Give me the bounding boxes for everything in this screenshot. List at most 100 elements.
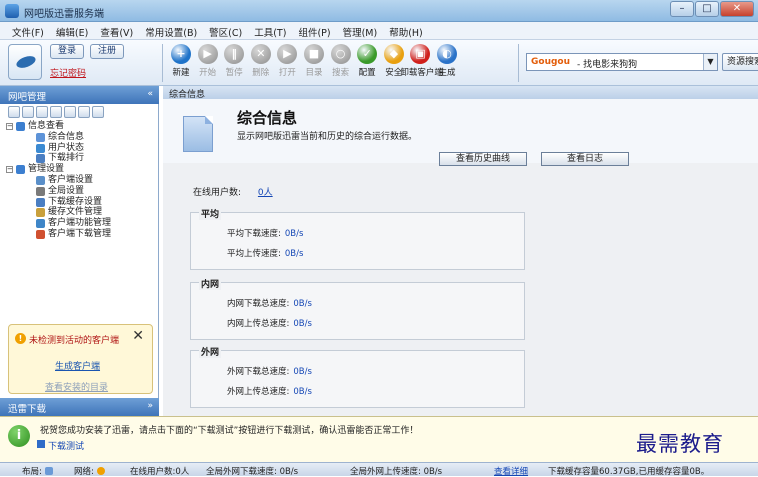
- tree-item-label: 客户端下载管理: [48, 228, 112, 239]
- tool-icon[interactable]: [22, 106, 34, 118]
- toolbar-button-label: 新建: [172, 68, 190, 78]
- stat-row: 内网下载总速度: 0B/s: [227, 297, 312, 309]
- stat-group-title: 平均: [199, 207, 222, 220]
- tree-item-label: 客户端设置: [48, 174, 94, 185]
- view-detail-link[interactable]: 查看详细: [494, 465, 528, 477]
- tool-icon[interactable]: [36, 106, 48, 118]
- expand-icon[interactable]: »: [147, 401, 153, 411]
- tree-node-icon: [36, 219, 45, 229]
- sidebar-footer-header[interactable]: 迅雷下载 »: [0, 398, 159, 416]
- tree-item-label: 综合信息: [48, 131, 85, 142]
- close-icon[interactable]: ✕: [132, 328, 144, 344]
- tree-node-icon: [36, 229, 45, 239]
- generate-client-link[interactable]: 生成客户端: [55, 359, 100, 372]
- resource-search-button[interactable]: 资源搜索: [722, 53, 758, 71]
- stat-value: 0B/s: [293, 387, 312, 397]
- tree-node-icon: [36, 154, 45, 164]
- info-header: 综合信息 显示网吧版迅雷当前和历史的综合运行数据。 查看历史曲线 查看日志: [163, 99, 758, 166]
- search-box[interactable]: Gougou - 找电影来狗狗 ▼: [526, 53, 718, 71]
- chevron-down-icon[interactable]: ▼: [703, 54, 717, 70]
- menu-zone[interactable]: 警区(C): [203, 22, 248, 39]
- window-title: 网吧版迅雷服务端: [24, 9, 104, 20]
- stat-row: 平均上传速度: 0B/s: [227, 247, 303, 259]
- tree-item-label: 管理设置: [28, 164, 65, 175]
- tree-node-icon: [36, 175, 45, 185]
- forgot-password-link[interactable]: 忘记密码: [50, 66, 86, 79]
- download-test-button[interactable]: 下载测试: [36, 439, 84, 452]
- folder-icon: ■: [304, 44, 324, 64]
- menu-manage[interactable]: 管理(M): [337, 22, 384, 39]
- tree-item-label: 信息查看: [28, 121, 65, 131]
- toolbar-button-label: 搜索: [332, 68, 350, 78]
- maximize-button[interactable]: □: [695, 1, 719, 17]
- collapse-toggle-icon[interactable]: −: [6, 123, 13, 130]
- register-button[interactable]: 注册: [90, 44, 124, 59]
- page-description: 显示网吧版迅雷当前和历史的综合运行数据。: [237, 132, 418, 142]
- status-wan-down: 全局外网下载速度: 0B/s: [206, 467, 299, 477]
- sidebar-header[interactable]: 网吧管理 «: [0, 86, 159, 104]
- menu-components[interactable]: 组件(P): [292, 22, 336, 39]
- hint-text: 祝贺您成功安装了迅雷，请点击下面的“下载测试”按钮进行下载测试，确认迅雷能否正常…: [40, 426, 419, 436]
- status-network: 网络:: [74, 465, 105, 477]
- menu-file[interactable]: 文件(F): [6, 22, 50, 39]
- online-users-link[interactable]: 0人: [258, 188, 273, 198]
- tree-item-label: 用户状态: [48, 142, 85, 153]
- view-history-button[interactable]: 查看历史曲线: [439, 152, 527, 166]
- toolbar-button-0[interactable]: + 新建: [166, 43, 196, 83]
- open-icon: ▶: [277, 44, 298, 64]
- login-button[interactable]: 登录: [50, 44, 84, 59]
- tree-node-icon: [36, 132, 45, 142]
- tree-item-label: 客户端功能管理: [48, 218, 112, 229]
- stat-label: 内网下载总速度:: [227, 299, 290, 309]
- toolbar-button-6[interactable]: ○ 搜索: [326, 43, 356, 83]
- generate-icon: ◐: [437, 44, 457, 64]
- toolbar-button-7[interactable]: ✓ 配置: [352, 43, 382, 83]
- search-brand: Gougou: [531, 57, 571, 67]
- stat-value: 0B/s: [284, 249, 304, 259]
- collapse-icon[interactable]: «: [147, 89, 153, 99]
- info-icon: i: [8, 425, 30, 447]
- toolbar-button-5[interactable]: ■ 目录: [299, 43, 329, 83]
- view-install-dir-link[interactable]: 查看安装的目录: [45, 380, 108, 393]
- tool-icon[interactable]: [78, 106, 90, 118]
- view-log-button[interactable]: 查看日志: [541, 152, 629, 166]
- toolbar-button-10[interactable]: ◐ 生成: [432, 43, 462, 83]
- toolbar-button-4[interactable]: ▶ 打开: [272, 43, 302, 83]
- tree-item-label: 缓存文件管理: [48, 207, 103, 218]
- stat-label: 内网上传总速度:: [227, 319, 290, 329]
- menu-help[interactable]: 帮助(H): [383, 22, 429, 39]
- minimize-button[interactable]: –: [670, 1, 694, 17]
- status-wan-up: 全局外网上传速度: 0B/s: [350, 467, 443, 477]
- tree-item-label: 下载排行: [48, 153, 85, 164]
- menu-edit[interactable]: 编辑(E): [50, 22, 94, 39]
- menu-view[interactable]: 查看(V): [94, 22, 139, 39]
- menu-common-settings[interactable]: 常用设置(B): [139, 22, 203, 39]
- tool-icon[interactable]: [64, 106, 76, 118]
- page-title: 综合信息: [237, 109, 298, 127]
- warning-icon: !: [15, 333, 26, 344]
- tool-icon[interactable]: [50, 106, 62, 118]
- sidebar-footer-label: 迅雷下载: [8, 404, 47, 415]
- search-input[interactable]: - 找电影来狗狗: [577, 57, 637, 70]
- stat-row: 内网上传总速度: 0B/s: [227, 317, 312, 329]
- main-content: 综合信息 综合信息 显示网吧版迅雷当前和历史的综合运行数据。 查看历史曲线 查看…: [163, 86, 758, 416]
- stat-label: 平均上传速度:: [227, 249, 281, 259]
- stat-value: 0B/s: [293, 299, 312, 309]
- tool-icon[interactable]: [8, 106, 20, 118]
- stat-row: 平均下载速度: 0B/s: [227, 227, 303, 239]
- tool-icon[interactable]: [92, 106, 104, 118]
- toolbar-button-1[interactable]: ▶ 开始: [193, 43, 223, 83]
- tree-node-icon: [16, 165, 25, 175]
- stat-row: 外网上传总速度: 0B/s: [227, 385, 312, 397]
- breadcrumb: 综合信息: [163, 86, 758, 100]
- collapse-toggle-icon[interactable]: −: [6, 166, 13, 174]
- toolbar-button-3[interactable]: ✕ 删除: [246, 43, 276, 83]
- title-bar: 网吧版迅雷服务端 – □ ✕: [0, 0, 758, 22]
- toolbar-button-2[interactable]: ‖ 暂停: [219, 43, 249, 83]
- tree-item-label: 下载缓存设置: [48, 196, 103, 207]
- toolbar: 登录 注册 忘记密码 + 新建 ▶ 开始 ‖ 暂停 ✕ 删除 ▶ 打开 ■ 目录 ○ 搜索 ✓ 配置 ◆ 安全 ▣ 卸…: [0, 40, 758, 86]
- layout-icon[interactable]: [44, 467, 53, 475]
- tree-node-icon: [36, 186, 45, 196]
- close-button[interactable]: ✕: [720, 1, 754, 17]
- menu-tools[interactable]: 工具(T): [248, 22, 292, 39]
